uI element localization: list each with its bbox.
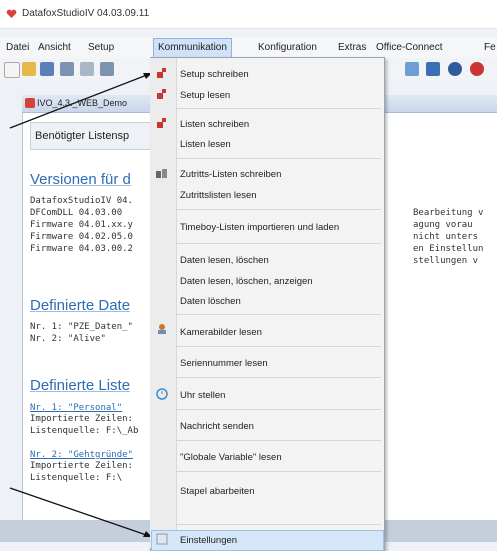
separator [176,524,381,525]
menu-nachricht-senden[interactable]: Nachricht senden [180,421,254,432]
separator [176,314,381,315]
menu-kamerabilder-lesen[interactable]: Kamerabilder lesen [180,327,262,338]
menu-timeboy-listen[interactable]: Timeboy-Listen importieren und laden [180,222,339,233]
separator [176,158,381,159]
menu-listen-lesen[interactable]: Listen lesen [180,139,231,150]
separator [176,471,381,472]
separator [176,377,381,378]
list-write-icon [156,117,168,129]
menu-setup-schreiben[interactable]: Setup schreiben [180,69,249,80]
clock-icon [156,388,168,400]
access-list-icon [156,167,168,179]
menu-daten-lesen-loeschen-anzeigen[interactable]: Daten lesen, löschen, anzeigen [180,276,313,287]
separator [176,346,381,347]
separator [176,243,381,244]
menu-listen-schreiben[interactable]: Listen schreiben [180,119,249,130]
menu-daten-lesen-loeschen[interactable]: Daten lesen, löschen [180,255,269,266]
menu-seriennummer-lesen[interactable]: Seriennummer lesen [180,358,268,369]
setup-read-icon [156,88,168,100]
menu-globale-variable-lesen[interactable]: "Globale Variable" lesen [180,452,282,463]
menu-stapel-abarbeiten[interactable]: Stapel abarbeiten [180,486,254,497]
menu-daten-loeschen[interactable]: Daten löschen [180,296,241,307]
dropdown-icon-column [150,58,177,548]
separator [176,108,381,109]
separator [176,440,381,441]
menu-uhr-stellen[interactable]: Uhr stellen [180,390,225,401]
menu-zutritts-listen-schreiben[interactable]: Zutritts-Listen schreiben [180,169,281,180]
menu-zutrittslisten-lesen[interactable]: Zutrittslisten lesen [180,190,257,201]
menu-einstellungen[interactable]: Einstellungen [180,535,237,546]
setup-write-icon [156,67,168,79]
camera-icon [156,323,168,335]
settings-icon [156,533,168,545]
separator [176,209,381,210]
menu-setup-lesen[interactable]: Setup lesen [180,90,230,101]
separator [176,409,381,410]
